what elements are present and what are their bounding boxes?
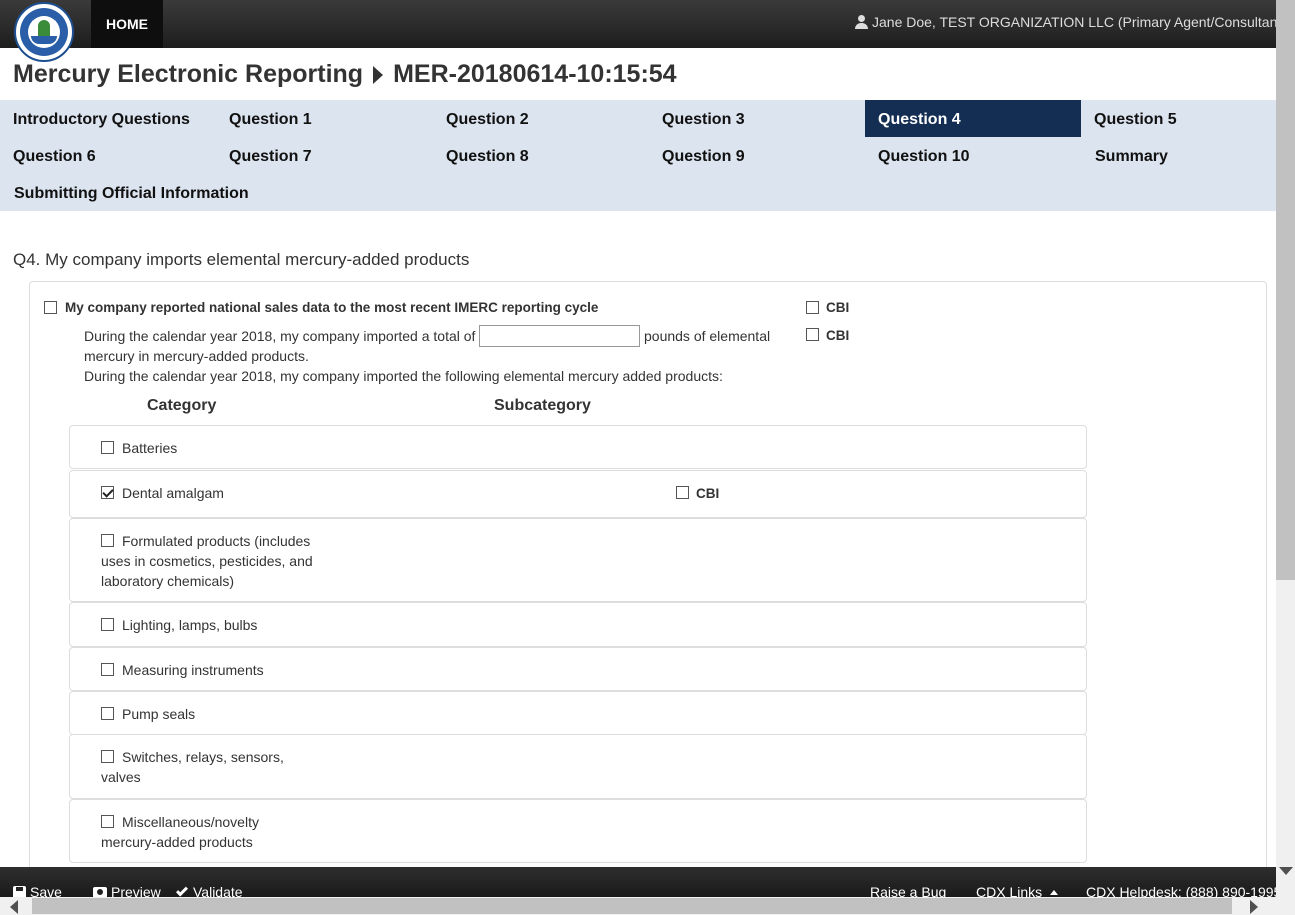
record-id: MER-20180614-10:15:54 xyxy=(393,60,677,88)
caret-right-icon xyxy=(373,65,384,84)
category-row-batteries: Batteries xyxy=(69,425,1087,469)
column-header-subcategory: Subcategory xyxy=(494,397,591,414)
category-row-measuring-instruments: Measuring instruments xyxy=(69,647,1087,691)
column-header-category: Category xyxy=(147,397,217,414)
nav-introductory-questions[interactable]: Introductory Questions xyxy=(0,100,216,137)
import-total-prefix: During the calendar year 2018, my compan… xyxy=(84,328,476,344)
camera-icon xyxy=(93,886,107,898)
category-row-formulated-products: Formulated products (includes uses in co… xyxy=(69,518,1087,602)
category-label: uses in cosmetics, pesticides, and xyxy=(101,553,313,569)
category-row-dental-amalgam: Dental amalgam CBI xyxy=(69,470,1087,518)
category-row-lighting: Lighting, lamps, bulbs xyxy=(69,602,1087,647)
category-label: mercury-added products xyxy=(101,834,253,850)
app-title: Mercury Electronic Reporting xyxy=(13,60,364,88)
nav-question-9[interactable]: Question 9 xyxy=(649,137,865,174)
cbi-checkbox-import-total[interactable] xyxy=(806,328,819,341)
user-name-label: Jane Doe, TEST ORGANIZATION LLC (Primary… xyxy=(872,14,1286,30)
question-nav: Introductory Questions Question 1 Questi… xyxy=(0,100,1276,211)
category-label: valves xyxy=(101,769,141,785)
category-label: Dental amalgam xyxy=(122,485,224,501)
vertical-scrollbar-thumb[interactable] xyxy=(1276,0,1295,580)
nav-submitting-official[interactable]: Submitting Official Information xyxy=(1,174,301,211)
nav-question-10[interactable]: Question 10 xyxy=(865,137,1081,174)
horizontal-scrollbar-thumb[interactable] xyxy=(32,898,1232,914)
epa-logo-icon[interactable] xyxy=(14,2,74,62)
category-row-switches: Switches, relays, sensors, valves xyxy=(69,734,1087,799)
question-heading: Q4. My company imports elemental mercury… xyxy=(13,250,470,269)
nav-question-2[interactable]: Question 2 xyxy=(433,100,649,137)
nav-question-6[interactable]: Question 6 xyxy=(0,137,216,174)
category-label: Formulated products (includes xyxy=(122,533,311,549)
cbi-checkbox-dental-amalgam[interactable] xyxy=(676,486,689,499)
scroll-down-arrow-icon[interactable] xyxy=(1279,867,1293,875)
nav-question-8[interactable]: Question 8 xyxy=(433,137,649,174)
nav-question-1[interactable]: Question 1 xyxy=(216,100,433,137)
category-label: Switches, relays, sensors, xyxy=(122,749,284,765)
cbi-label: CBI xyxy=(826,300,850,315)
category-label: Measuring instruments xyxy=(122,662,264,678)
import-total-pounds-input[interactable] xyxy=(479,325,640,347)
products-intro: During the calendar year 2018, my compan… xyxy=(84,368,723,384)
nav-question-5[interactable]: Question 5 xyxy=(1081,100,1276,137)
caret-up-icon xyxy=(1050,889,1059,895)
national-sales-label: My company reported national sales data … xyxy=(65,300,599,315)
cbi-label: CBI xyxy=(696,486,720,501)
user-menu[interactable]: Jane Doe, TEST ORGANIZATION LLC (Primary… xyxy=(855,14,1295,30)
scroll-left-arrow-icon[interactable] xyxy=(10,900,18,914)
cbi-label: CBI xyxy=(826,328,850,343)
national-sales-checkbox[interactable] xyxy=(44,301,57,314)
category-row-pump-seals: Pump seals xyxy=(69,691,1087,735)
nav-question-7[interactable]: Question 7 xyxy=(216,137,433,174)
category-label: Lighting, lamps, bulbs xyxy=(122,617,258,633)
category-label: Batteries xyxy=(122,440,178,456)
category-label: Miscellaneous/novelty xyxy=(122,814,259,830)
footer-toolbar: Save Preview Validate Raise a Bug CDX Li… xyxy=(0,867,1281,900)
category-label: Pump seals xyxy=(122,706,196,722)
home-tab[interactable]: HOME xyxy=(91,0,163,48)
import-total-suffix: pounds of elemental xyxy=(644,328,771,344)
scroll-right-arrow-icon[interactable] xyxy=(1250,900,1258,914)
nav-summary[interactable]: Summary xyxy=(1082,137,1276,174)
cbi-checkbox-national-sales[interactable] xyxy=(806,301,819,314)
page-title: Mercury Electronic Reporting MER-2018061… xyxy=(13,60,677,89)
nav-question-4[interactable]: Question 4 xyxy=(865,100,1081,137)
category-row-miscellaneous: Miscellaneous/novelty mercury-added prod… xyxy=(69,799,1087,863)
person-icon xyxy=(855,15,868,29)
check-icon xyxy=(175,884,189,897)
import-total-suffix-line2: mercury in mercury-added products. xyxy=(84,348,309,364)
category-label: laboratory chemicals) xyxy=(101,573,235,589)
nav-question-3[interactable]: Question 3 xyxy=(649,100,865,137)
